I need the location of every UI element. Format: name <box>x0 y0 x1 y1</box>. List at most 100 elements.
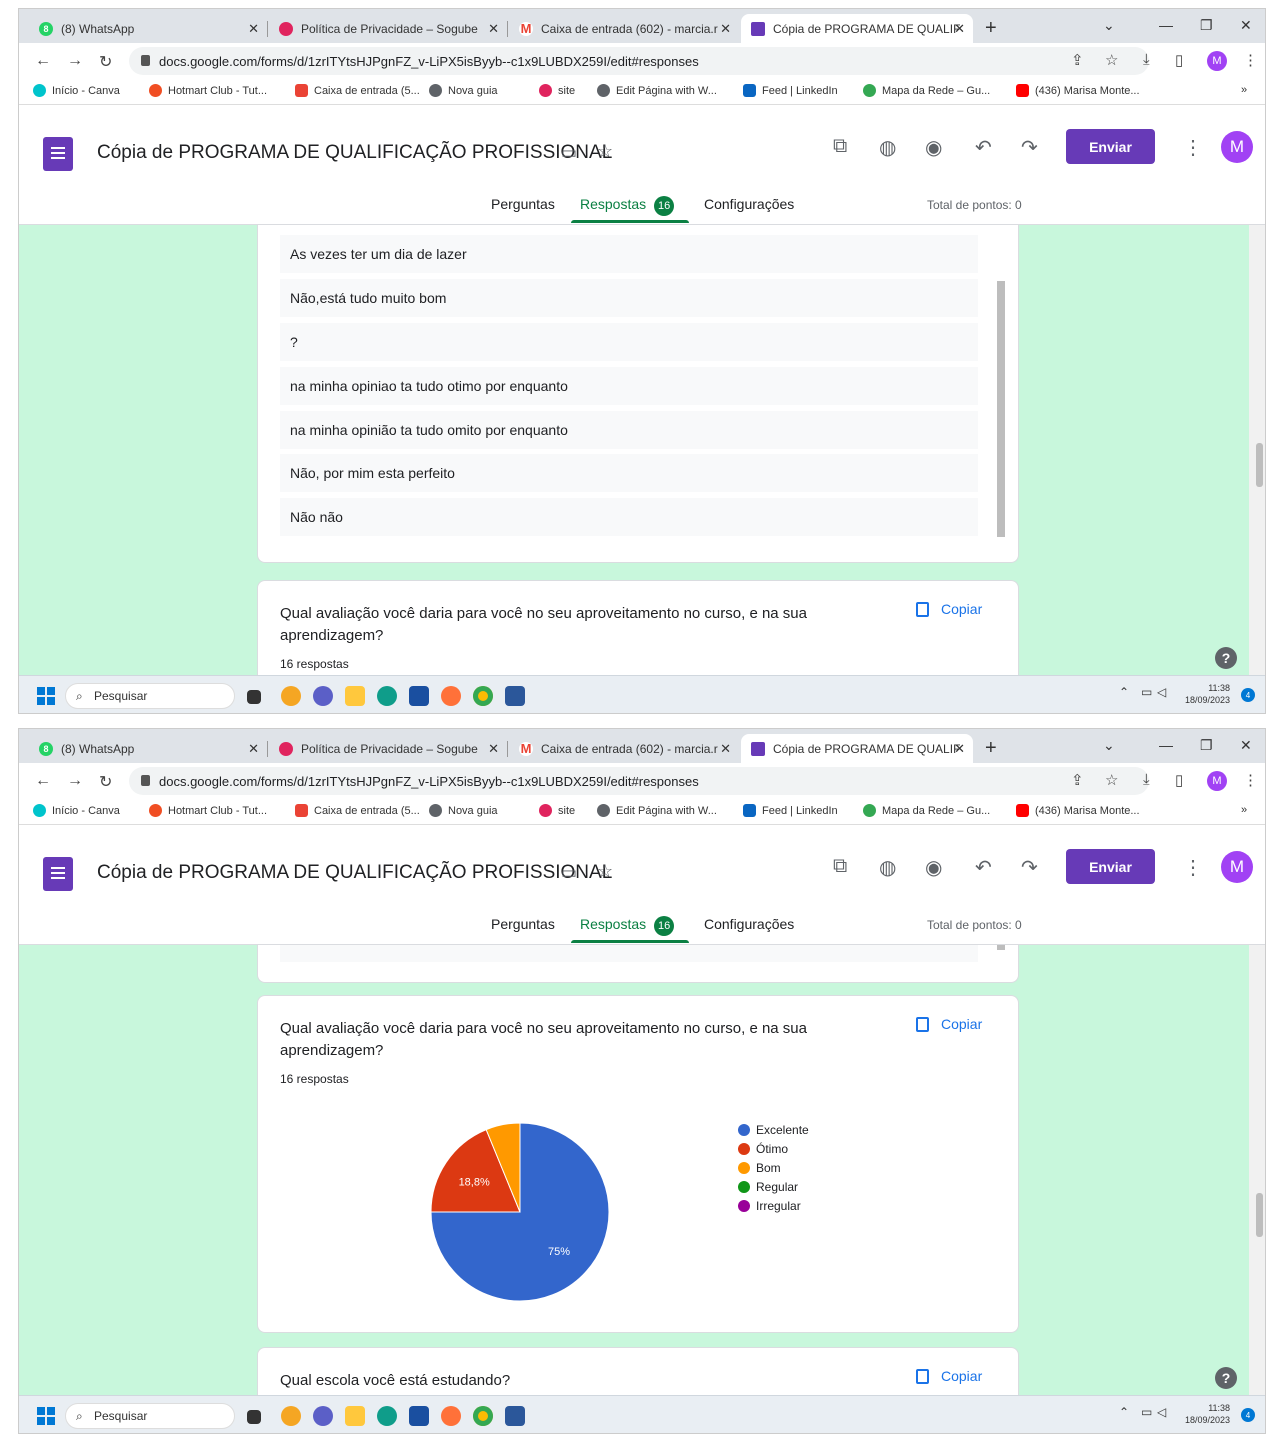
bookmark-edit-page[interactable]: Edit Página with W... <box>597 84 717 97</box>
bookmark-site[interactable]: site <box>539 804 575 817</box>
scrollbar-thumb[interactable] <box>1256 1193 1263 1237</box>
folder-icon[interactable]: ▭ <box>561 863 577 883</box>
firefox-icon[interactable] <box>441 686 461 706</box>
tab-whatsapp[interactable]: 8 (8) WhatsApp ✕ <box>29 14 268 43</box>
restore-button[interactable]: ❐ <box>1200 737 1213 754</box>
windows-start-icon[interactable] <box>37 1407 55 1425</box>
bookmark-site[interactable]: site <box>539 84 575 97</box>
file-explorer-icon[interactable] <box>345 686 365 706</box>
close-icon[interactable]: ✕ <box>954 21 965 37</box>
close-window-button[interactable]: ✕ <box>1240 17 1252 34</box>
help-button[interactable]: ? <box>1215 1367 1237 1389</box>
form-title[interactable]: Cópia de PROGRAMA DE QUALIFICAÇÃO PROFIS… <box>97 862 612 884</box>
tab-settings[interactable]: Configurações <box>704 916 794 932</box>
bookmark-hotmart[interactable]: Hotmart Club - Tut... <box>149 84 267 97</box>
sidepanel-icon[interactable]: ▯ <box>1175 771 1183 789</box>
new-tab-button[interactable]: + <box>985 17 997 40</box>
forward-icon[interactable]: → <box>67 772 83 790</box>
more-icon[interactable]: ⋮ <box>1183 135 1203 160</box>
back-icon[interactable]: ← <box>35 772 51 790</box>
store-icon[interactable] <box>409 686 429 706</box>
page-scrollbar[interactable] <box>1249 225 1265 675</box>
more-icon[interactable]: ⋮ <box>1183 855 1203 880</box>
windows-start-icon[interactable] <box>37 687 55 705</box>
clock[interactable]: 11:38 18/09/2023 <box>1185 1402 1230 1426</box>
bookmark-canva[interactable]: Início - Canva <box>33 84 120 97</box>
close-icon[interactable]: ✕ <box>720 21 731 37</box>
star-icon[interactable]: ☆ <box>597 141 613 162</box>
undo-icon[interactable]: ↶ <box>975 135 992 160</box>
reload-icon[interactable]: ↻ <box>99 772 112 792</box>
firefox-icon[interactable] <box>441 1406 461 1426</box>
sidepanel-icon[interactable]: ▯ <box>1175 51 1183 69</box>
page-scrollbar[interactable] <box>1249 945 1265 1395</box>
bookmark-youtube[interactable]: (436) Marisa Monte... <box>1016 804 1140 817</box>
download-icon[interactable]: ⤓ <box>1143 51 1150 68</box>
share-icon[interactable]: ⇪ <box>1071 51 1084 69</box>
file-explorer-icon[interactable] <box>345 1406 365 1426</box>
close-icon[interactable]: ✕ <box>488 21 499 37</box>
bookmark-hotmart[interactable]: Hotmart Club - Tut... <box>149 804 267 817</box>
bookmark-mapa[interactable]: Mapa da Rede – Gu... <box>863 804 990 817</box>
close-window-button[interactable]: ✕ <box>1240 737 1252 754</box>
chrome-icon[interactable] <box>473 1406 493 1426</box>
minimize-button[interactable]: — <box>1159 17 1173 33</box>
download-icon[interactable]: ⤓ <box>1143 771 1150 788</box>
close-icon[interactable]: ✕ <box>720 741 731 757</box>
tray-chevron-icon[interactable]: ⌃ <box>1119 685 1129 699</box>
bookmark-nova-guia[interactable]: Nova guia <box>429 84 498 97</box>
chat-icon[interactable] <box>313 686 333 706</box>
tab-forms[interactable]: Cópia de PROGRAMA DE QUALIF ✕ <box>741 14 973 43</box>
forms-logo-icon[interactable] <box>43 857 73 891</box>
forms-logo-icon[interactable] <box>43 137 73 171</box>
tab-questions[interactable]: Perguntas <box>491 196 555 212</box>
bookmark-linkedin[interactable]: Feed | LinkedIn <box>743 84 838 97</box>
share-icon[interactable]: ⇪ <box>1071 771 1084 789</box>
url-field[interactable]: docs.google.com/forms/d/1zrITYtsHJPgnFZ_… <box>129 47 1149 75</box>
copy-chart-button[interactable]: Copiar <box>916 601 982 617</box>
answers-scrollbar[interactable] <box>997 281 1005 537</box>
forward-icon[interactable]: → <box>67 52 83 70</box>
chrome-icon[interactable] <box>473 686 493 706</box>
tab-questions[interactable]: Perguntas <box>491 916 555 932</box>
restore-button[interactable]: ❐ <box>1200 17 1213 34</box>
close-icon[interactable]: ✕ <box>248 741 259 757</box>
bookmark-linkedin[interactable]: Feed | LinkedIn <box>743 804 838 817</box>
new-tab-button[interactable]: + <box>985 737 997 760</box>
tab-responses[interactable]: Respostas 16 <box>580 916 675 936</box>
close-icon[interactable]: ✕ <box>248 21 259 37</box>
menu-icon[interactable]: ⋮ <box>1243 51 1258 69</box>
legend-item[interactable]: Bom <box>738 1158 809 1177</box>
answers-scrollbar[interactable] <box>997 945 1005 950</box>
chat-icon[interactable] <box>313 1406 333 1426</box>
profile-avatar[interactable]: M <box>1207 771 1227 791</box>
tab-whatsapp[interactable]: 8 (8) WhatsApp ✕ <box>29 734 268 763</box>
more-bookmarks[interactable]: » <box>1241 84 1247 96</box>
bookmark-gmail[interactable]: Caixa de entrada (5... <box>295 804 420 817</box>
word-icon[interactable] <box>505 686 525 706</box>
preview-eye-icon[interactable]: ◉ <box>925 135 942 160</box>
tab-forms[interactable]: Cópia de PROGRAMA DE QUALIF ✕ <box>741 734 973 763</box>
star-icon[interactable]: ☆ <box>1105 51 1118 69</box>
scrollbar-thumb[interactable] <box>1256 443 1263 487</box>
undo-icon[interactable]: ↶ <box>975 855 992 880</box>
legend-item[interactable]: Excelente <box>738 1120 809 1139</box>
tab-gmail[interactable]: M Caixa de entrada (602) - marcia.r ✕ <box>509 734 739 763</box>
url-field[interactable]: docs.google.com/forms/d/1zrITYtsHJPgnFZ_… <box>129 767 1149 795</box>
taskbar-search[interactable]: ⌕ Pesquisar <box>65 1403 235 1429</box>
bookmark-youtube[interactable]: (436) Marisa Monte... <box>1016 84 1140 97</box>
account-avatar[interactable]: M <box>1221 131 1253 163</box>
bookmark-mapa[interactable]: Mapa da Rede – Gu... <box>863 84 990 97</box>
star-icon[interactable]: ☆ <box>1105 771 1118 789</box>
store-icon[interactable] <box>409 1406 429 1426</box>
reload-icon[interactable]: ↻ <box>99 52 112 72</box>
star-icon[interactable]: ☆ <box>597 861 613 882</box>
tab-privacy[interactable]: Política de Privacidade – Sogube ✕ <box>269 734 508 763</box>
help-button[interactable]: ? <box>1215 647 1237 669</box>
tab-privacy[interactable]: Política de Privacidade – Sogube ✕ <box>269 14 508 43</box>
tab-search-icon[interactable]: ⌄ <box>1103 737 1115 754</box>
addon-icon[interactable]: ⧉ <box>833 855 847 878</box>
edge-icon[interactable] <box>377 686 397 706</box>
clock[interactable]: 11:38 18/09/2023 <box>1185 682 1230 706</box>
network-icon[interactable]: ▭ <box>1141 1405 1152 1419</box>
